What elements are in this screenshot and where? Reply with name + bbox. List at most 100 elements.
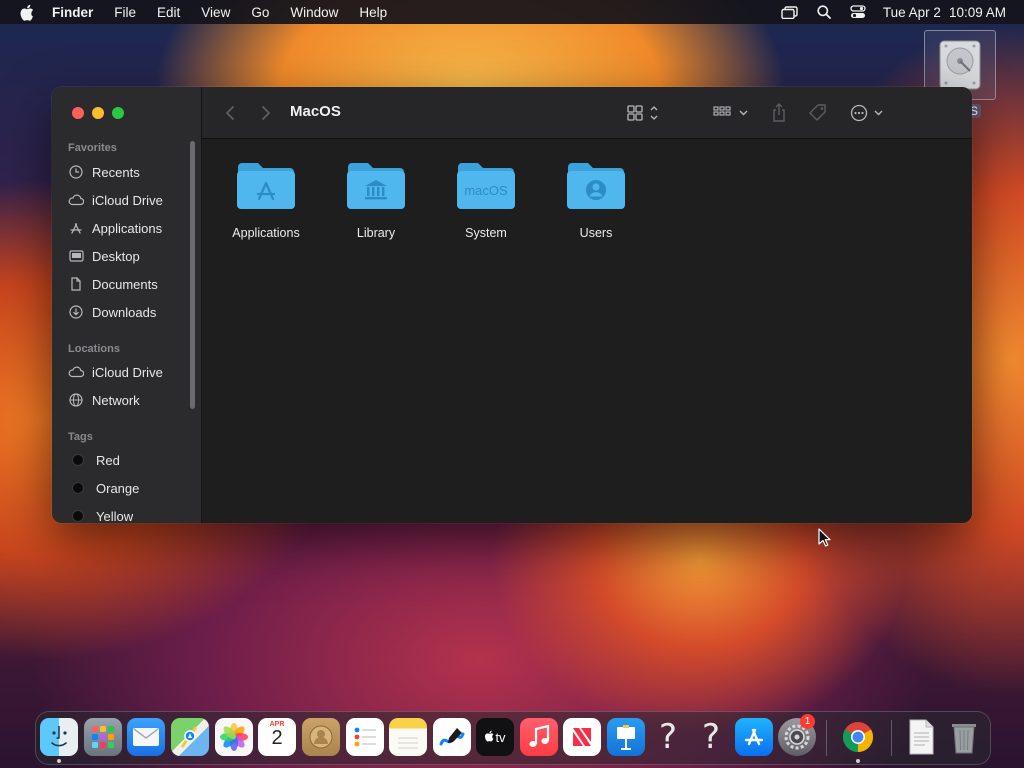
menu-file[interactable]: File — [114, 5, 136, 20]
network-icon — [68, 392, 84, 408]
dock-separator — [891, 720, 892, 756]
sidebar-item-label: Network — [92, 392, 140, 408]
question-mark-icon: ? — [701, 717, 721, 757]
sidebar-header-favorites: Favorites — [68, 142, 117, 154]
menu-help[interactable]: Help — [359, 5, 387, 20]
zoom-button[interactable] — [112, 107, 124, 119]
menu-go[interactable]: Go — [251, 5, 269, 20]
menu-bar: Finder File Edit View Go Window Help Tue… — [0, 0, 1024, 24]
download-icon — [68, 304, 84, 320]
sidebar-item-downloads[interactable]: Downloads — [68, 301, 156, 323]
sidebar-item-icloud-drive-location[interactable]: iCloud Drive — [68, 361, 163, 383]
applications-folder-icon — [237, 163, 295, 209]
dock-document-icon[interactable] — [902, 718, 940, 756]
dock-calendar-icon[interactable]: APR 2 — [258, 718, 296, 756]
finder-toolbar: MacOS — [202, 87, 972, 139]
clock-icon — [68, 164, 84, 180]
sidebar-tag-yellow[interactable]: Yellow — [68, 505, 133, 523]
window-controls — [72, 107, 124, 119]
sidebar-item-label: iCloud Drive — [92, 364, 163, 380]
sidebar-tag-red[interactable]: Red — [68, 449, 120, 471]
menu-edit[interactable]: Edit — [157, 5, 180, 20]
sidebar-item-label: Desktop — [92, 248, 140, 264]
desktop-icon — [68, 248, 84, 264]
running-indicator — [856, 759, 860, 763]
dock-separator — [826, 720, 827, 756]
dock-maps-icon[interactable] — [171, 718, 209, 756]
control-center-icon[interactable] — [849, 4, 867, 20]
forward-button[interactable] — [258, 101, 274, 125]
sidebar-item-applications[interactable]: Applications — [68, 217, 162, 239]
library-folder-icon — [347, 163, 405, 209]
dock-music-icon[interactable] — [520, 718, 558, 756]
dock-notes-icon[interactable] — [389, 718, 427, 756]
folder-library[interactable]: Library — [331, 159, 421, 240]
dock-news-icon[interactable] — [563, 718, 601, 756]
folder-label: Applications — [232, 226, 300, 240]
dock-app-store-icon[interactable] — [735, 718, 773, 756]
menu-app-name[interactable]: Finder — [52, 5, 93, 20]
share-button[interactable] — [768, 101, 790, 125]
sidebar-item-label: Applications — [92, 220, 163, 236]
sidebar-item-label: Orange — [96, 480, 140, 496]
sidebar-header-locations: Locations — [68, 343, 120, 355]
folder-label: Library — [356, 226, 396, 240]
folder-label: Users — [579, 226, 613, 240]
sidebar-tag-orange[interactable]: Orange — [68, 477, 139, 499]
tag-dot-icon — [72, 482, 84, 494]
system-folder-glyph: macOS — [464, 183, 508, 198]
menu-time[interactable]: 10:09 AM — [949, 5, 1006, 20]
more-actions-button[interactable] — [848, 101, 888, 125]
sidebar-item-label: Recents — [92, 164, 140, 180]
close-button[interactable] — [72, 107, 84, 119]
menu-date[interactable]: Tue Apr 2 — [883, 5, 941, 20]
cloud-icon — [68, 364, 84, 380]
dock-unknown-app-icon-2[interactable]: ? — [692, 717, 730, 757]
sidebar-item-label: Red — [96, 452, 120, 468]
tag-button[interactable] — [806, 101, 830, 125]
dock-reminders-icon[interactable] — [346, 718, 384, 756]
applications-icon — [68, 220, 84, 236]
sidebar-item-recents[interactable]: Recents — [68, 161, 140, 183]
menu-window[interactable]: Window — [290, 5, 338, 20]
apple-menu-icon[interactable] — [18, 4, 34, 21]
finder-sidebar: Favorites Recents iCloud Drive Applicati… — [52, 87, 202, 523]
sidebar-scrollbar[interactable] — [190, 141, 195, 409]
sidebar-header-tags: Tags — [68, 431, 93, 443]
dock-unknown-app-icon[interactable]: ? — [649, 717, 687, 757]
dock-keynote-icon[interactable] — [607, 718, 645, 756]
spotlight-search-icon[interactable] — [815, 4, 833, 20]
dock-contacts-icon[interactable] — [302, 718, 340, 756]
notification-badge: 1 — [800, 714, 815, 729]
macos-folder-icon: macOS — [457, 163, 515, 209]
users-folder-icon — [567, 163, 625, 209]
dock-mail-icon[interactable] — [127, 718, 165, 756]
folder-applications[interactable]: Applications — [221, 159, 311, 240]
dock-photos-icon[interactable] — [215, 718, 253, 756]
screen-mirroring-icon[interactable] — [781, 4, 799, 20]
sidebar-item-network[interactable]: Network — [68, 389, 140, 411]
tv-label: tv — [495, 729, 506, 745]
dock-tv-icon[interactable]: tv — [476, 718, 514, 756]
folder-label: System — [465, 226, 507, 240]
finder-window: Favorites Recents iCloud Drive Applicati… — [52, 87, 972, 523]
running-indicator — [57, 759, 61, 763]
view-mode-button[interactable] — [624, 101, 664, 125]
minimize-button[interactable] — [92, 107, 104, 119]
sidebar-item-desktop[interactable]: Desktop — [68, 245, 140, 267]
apple-logo-icon — [484, 729, 494, 746]
dock-trash-icon[interactable] — [945, 718, 983, 756]
window-title: MacOS — [290, 103, 341, 120]
sidebar-item-icloud-drive[interactable]: iCloud Drive — [68, 189, 163, 211]
sidebar-item-documents[interactable]: Documents — [68, 273, 158, 295]
dock-freeform-icon[interactable] — [433, 718, 471, 756]
menu-view[interactable]: View — [201, 5, 230, 20]
folder-system[interactable]: macOS System — [441, 159, 531, 240]
group-by-button[interactable] — [712, 101, 752, 125]
folder-users[interactable]: Users — [551, 159, 641, 240]
dock-chrome-icon[interactable] — [839, 718, 877, 756]
calendar-day: 2 — [271, 727, 283, 749]
dock-launchpad-icon[interactable] — [84, 718, 122, 756]
back-button[interactable] — [222, 101, 238, 125]
dock-finder-icon[interactable] — [40, 718, 78, 756]
